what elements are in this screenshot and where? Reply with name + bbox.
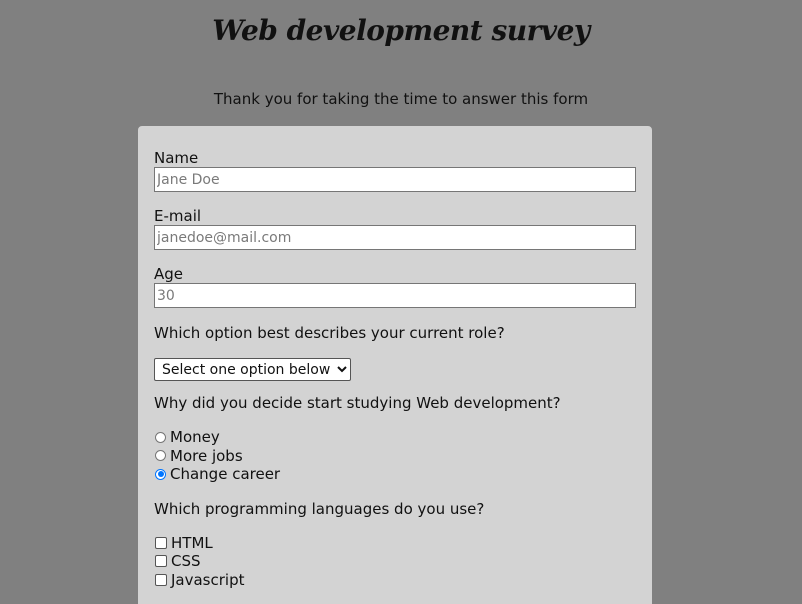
radio-more-jobs[interactable] [155,450,166,462]
language-option-label: HTML [171,533,213,552]
email-input[interactable] [154,225,636,250]
role-select[interactable]: Select one option below [154,358,351,381]
checkbox-css[interactable] [155,555,167,568]
language-option-html[interactable]: HTML [154,534,636,553]
role-question: Which option best describes your current… [154,324,505,342]
name-label: Name [154,149,199,167]
reason-option-label: Change career [170,465,281,484]
age-input[interactable] [154,283,636,308]
reason-option-label: More jobs [170,446,243,465]
language-option-label: Javascript [171,570,245,589]
reason-option-more-jobs[interactable]: More jobs [154,447,636,466]
reason-option-label: Money [170,428,220,447]
language-option-css[interactable]: CSS [154,552,636,571]
survey-form: Name E-mail Age Which option best descri… [138,126,652,604]
page-title: Web development survey [212,14,590,47]
language-options: HTML CSS Javascript [154,534,636,590]
reason-options: Money More jobs Change career [154,428,636,484]
languages-question: Which programming languages do you use? [154,499,485,518]
checkbox-javascript[interactable] [155,573,167,586]
name-input[interactable] [154,167,636,192]
radio-change-career[interactable] [155,468,166,480]
page-description: Thank you for taking the time to answer … [213,90,589,108]
reason-question: Why did you decide start studying Web de… [154,394,561,412]
radio-money[interactable] [155,431,166,443]
language-option-javascript[interactable]: Javascript [154,571,636,590]
age-label: Age [154,265,184,283]
survey-page: Web development survey Thank you for tak… [0,0,802,604]
reason-option-money[interactable]: Money [154,428,636,447]
reason-option-change-career[interactable]: Change career [154,465,636,484]
language-option-label: CSS [171,552,201,571]
email-label: E-mail [154,207,202,225]
checkbox-html[interactable] [155,536,167,549]
